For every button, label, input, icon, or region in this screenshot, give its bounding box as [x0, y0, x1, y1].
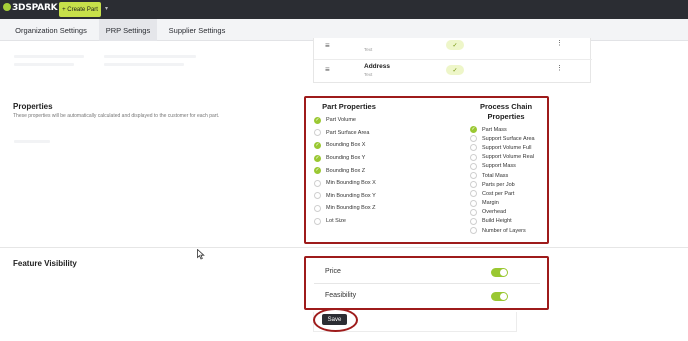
more-options-icon[interactable]: ⋮	[556, 64, 563, 72]
tab-organization-settings[interactable]: Organization Settings	[8, 19, 94, 41]
drag-handle-icon[interactable]: ≡	[325, 65, 330, 74]
toggle-knob	[500, 293, 507, 300]
process-chain-property-item[interactable]: Support Volume Real	[470, 153, 535, 162]
checkbox-unchecked-icon[interactable]	[314, 217, 321, 225]
checkbox-checked-icon[interactable]: ✓	[314, 141, 321, 149]
checkbox-unchecked-icon[interactable]	[470, 208, 477, 216]
checkbox-unchecked-icon[interactable]	[470, 144, 477, 152]
part-property-item[interactable]: ✓ Part Volume	[314, 114, 376, 127]
part-property-item[interactable]: Min Bounding Box Y	[314, 190, 376, 203]
chevron-down-icon[interactable]: ▾	[105, 5, 108, 12]
placeholder-line	[104, 63, 184, 66]
checkbox-unchecked-icon[interactable]	[314, 204, 321, 212]
part-property-item[interactable]: Min Bounding Box X	[314, 177, 376, 190]
logo-icon	[3, 3, 11, 11]
table-row: ≡ Address Text ✓ ⋮	[314, 60, 592, 82]
process-chain-property-item[interactable]: Total Mass	[470, 171, 535, 180]
checkbox-unchecked-icon[interactable]	[470, 217, 477, 225]
part-properties-title: Part Properties	[322, 102, 376, 111]
checkbox-unchecked-icon[interactable]	[470, 162, 477, 170]
checkbox-unchecked-icon[interactable]	[314, 129, 321, 137]
visible-toggle-icon[interactable]: ✓	[446, 40, 464, 50]
checkbox-unchecked-icon[interactable]	[470, 199, 477, 207]
part-property-item[interactable]: ✓ Bounding Box X	[314, 139, 376, 152]
feasibility-visibility-toggle[interactable]	[491, 292, 508, 301]
drag-handle-icon[interactable]: ≡	[325, 41, 330, 50]
properties-section-title: Properties	[13, 102, 53, 111]
app-logo[interactable]: 3DSPARK	[3, 3, 58, 13]
part-property-item[interactable]: Part Surface Area	[314, 127, 376, 140]
process-chain-property-item[interactable]: Support Mass	[470, 162, 535, 171]
part-property-item[interactable]: ✓ Bounding Box Z	[314, 164, 376, 177]
placeholder-line	[14, 55, 84, 58]
visible-toggle-icon[interactable]: ✓	[446, 65, 464, 75]
process-chain-property-item[interactable]: Support Surface Area	[470, 134, 535, 143]
part-properties-list: ✓ Part Volume Part Surface Area ✓ Bounding…	[314, 114, 376, 227]
top-navigation-bar	[0, 0, 688, 19]
checkbox-unchecked-icon[interactable]	[470, 153, 477, 161]
process-chain-property-item[interactable]: Number of Layers	[470, 226, 535, 235]
process-chain-property-item[interactable]: Support Volume Full	[470, 143, 535, 152]
section-divider	[0, 247, 688, 248]
checkbox-unchecked-icon[interactable]	[470, 172, 477, 180]
part-property-item[interactable]: Min Bounding Box Z	[314, 202, 376, 215]
feasibility-visibility-label: Feasibility	[325, 292, 357, 299]
placeholder-line	[14, 140, 50, 143]
tab-prp-settings[interactable]: PRP Settings	[99, 19, 157, 41]
row-type: Text	[364, 47, 373, 52]
mouse-cursor-icon	[197, 249, 205, 260]
properties-section-description: These properties will be automatically c…	[13, 113, 220, 119]
checkbox-checked-icon[interactable]: ✓	[314, 167, 321, 175]
process-chain-property-item[interactable]: ✓ Part Mass	[470, 125, 535, 134]
toggle-knob	[500, 269, 507, 276]
tab-supplier-settings[interactable]: Supplier Settings	[164, 19, 230, 41]
part-property-item[interactable]: Lot Size	[314, 215, 376, 228]
part-property-item[interactable]: ✓ Bounding Box Y	[314, 152, 376, 165]
checkbox-unchecked-icon[interactable]	[470, 227, 477, 235]
checkbox-unchecked-icon[interactable]	[470, 190, 477, 198]
custom-properties-table: ≡ Text ✓ ⋮ ≡ Address Text ✓ ⋮	[313, 38, 592, 83]
process-chain-property-item[interactable]: Parts per Job	[470, 180, 535, 189]
process-chain-property-item[interactable]: Cost per Part	[470, 189, 535, 198]
process-chain-property-item[interactable]: Margin	[470, 199, 535, 208]
price-visibility-toggle[interactable]	[491, 268, 508, 277]
checkbox-unchecked-icon[interactable]	[470, 181, 477, 189]
checkbox-checked-icon[interactable]: ✓	[314, 154, 321, 162]
process-chain-property-item[interactable]: Overhead	[470, 208, 535, 217]
table-row: ≡ Text ✓ ⋮	[314, 38, 592, 60]
feature-visibility-section-title: Feature Visibility	[13, 259, 77, 268]
row-name: Address	[364, 63, 391, 70]
checkbox-unchecked-icon[interactable]	[314, 192, 321, 200]
process-chain-properties-list: ✓ Part Mass Support Surface Area Support …	[470, 125, 535, 235]
placeholder-line	[104, 55, 196, 58]
checkbox-checked-icon[interactable]: ✓	[470, 126, 477, 134]
process-chain-properties-title: Process Chain Properties	[479, 102, 533, 121]
create-part-button[interactable]: + Create Part	[59, 2, 101, 17]
save-highlight-ring	[313, 308, 358, 332]
row-type: Text	[364, 72, 373, 77]
checkbox-checked-icon[interactable]: ✓	[314, 116, 321, 124]
process-chain-property-item[interactable]: Build Height	[470, 217, 535, 226]
row-divider	[314, 283, 540, 284]
checkbox-unchecked-icon[interactable]	[470, 135, 477, 143]
more-options-icon[interactable]: ⋮	[556, 39, 563, 47]
price-visibility-label: Price	[325, 268, 341, 275]
checkbox-unchecked-icon[interactable]	[314, 179, 321, 187]
placeholder-line	[14, 63, 74, 66]
